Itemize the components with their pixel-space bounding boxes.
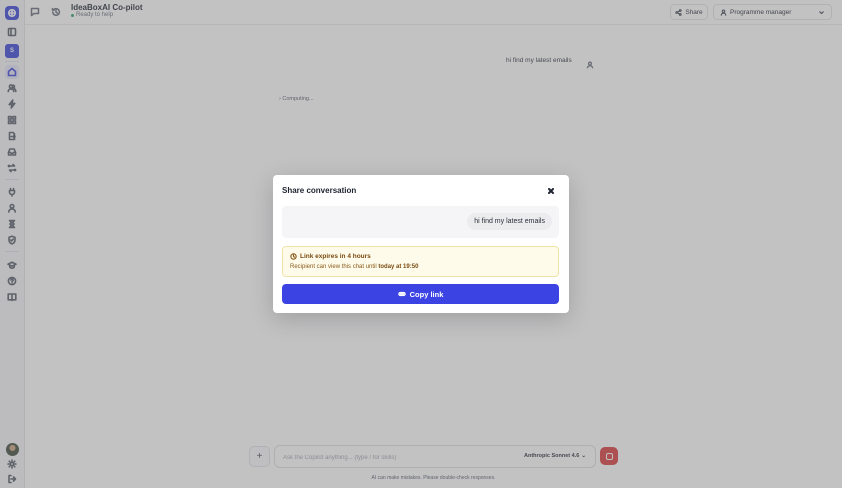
preview-message: hi find my latest emails <box>467 213 552 230</box>
conversation-preview: hi find my latest emails <box>282 206 559 238</box>
clock-icon <box>290 253 297 260</box>
expiry-time: today at 19:50 <box>378 264 419 270</box>
share-conversation-dialog: Share conversation hi find my latest ema… <box>273 175 569 313</box>
expiry-body-prefix: Recipient can view this chat until <box>290 264 379 270</box>
expiry-notice: Link expires in 4 hours Recipient can vi… <box>282 246 559 277</box>
link-icon <box>397 291 406 297</box>
close-icon <box>548 188 554 194</box>
copy-link-button[interactable]: Copy link <box>282 284 559 304</box>
expiry-title: Link expires in 4 hours <box>290 253 371 260</box>
expiry-title-text: Link expires in 4 hours <box>300 253 371 260</box>
expiry-body: Recipient can view this chat until today… <box>290 264 418 270</box>
dialog-title: Share conversation <box>282 186 357 195</box>
close-button[interactable] <box>545 185 557 197</box>
copy-link-label: Copy link <box>409 289 444 299</box>
